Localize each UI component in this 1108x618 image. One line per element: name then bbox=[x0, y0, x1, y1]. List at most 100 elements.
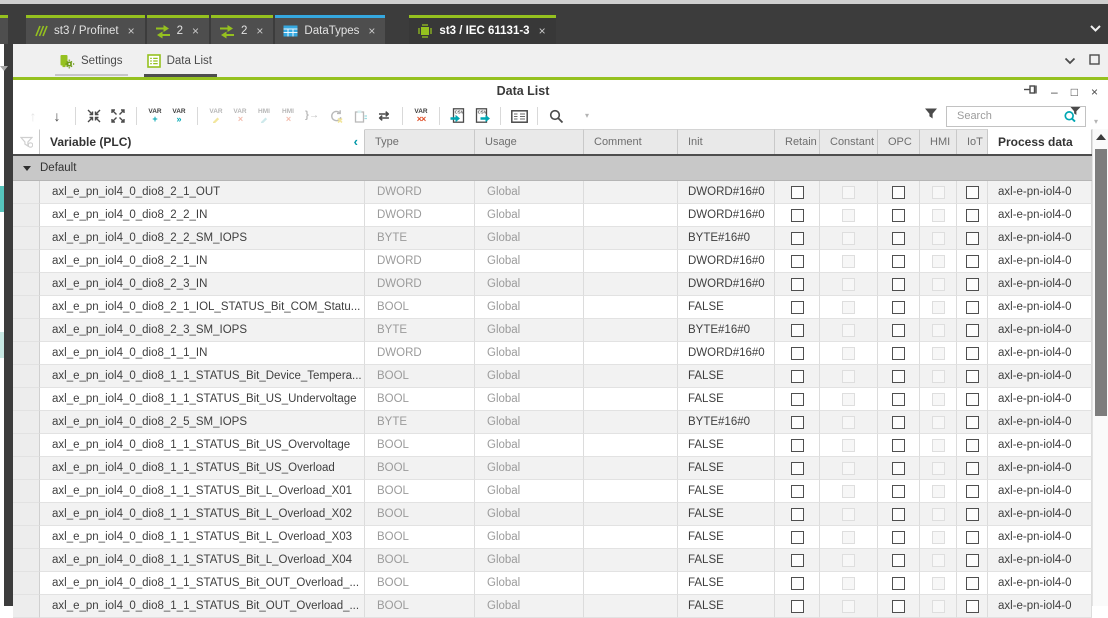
checkbox-opc-unchecked[interactable] bbox=[892, 209, 905, 222]
group-collapse-chevron-icon[interactable] bbox=[23, 166, 31, 171]
column-form-view-button[interactable] bbox=[510, 105, 528, 127]
cell-variable[interactable]: axl_e_pn_iol4_0_dio8_1_1_STATUS_Bit_Devi… bbox=[40, 365, 365, 388]
cell-type[interactable]: DWORD bbox=[365, 181, 475, 204]
cell-variable[interactable]: axl_e_pn_iol4_0_dio8_2_3_IN bbox=[40, 273, 365, 296]
tab-overflow-chevron-icon[interactable] bbox=[1089, 20, 1102, 38]
checkbox-iot-unchecked[interactable] bbox=[966, 439, 979, 452]
tab-close-icon[interactable]: × bbox=[368, 24, 375, 38]
editor-tab-2[interactable]: 2× bbox=[147, 15, 209, 44]
search-options-caret-icon[interactable]: ▾ bbox=[1094, 118, 1098, 126]
checkbox-iot-unchecked[interactable] bbox=[966, 278, 979, 291]
cell-type[interactable]: BOOL bbox=[365, 296, 475, 319]
cell-type[interactable]: BOOL bbox=[365, 549, 475, 572]
cell-comment[interactable] bbox=[584, 250, 678, 273]
cell-init[interactable]: FALSE bbox=[678, 526, 775, 549]
column-header-usage[interactable]: Usage bbox=[475, 129, 584, 154]
checkbox-iot-unchecked[interactable] bbox=[966, 255, 979, 268]
table-row[interactable]: axl_e_pn_iol4_0_dio8_1_1_STATUS_Bit_L_Ov… bbox=[13, 526, 1092, 549]
tab-close-icon[interactable]: × bbox=[128, 24, 135, 38]
cell-comment[interactable] bbox=[584, 181, 678, 204]
cell-type[interactable]: BYTE bbox=[365, 411, 475, 434]
cell-variable[interactable]: axl_e_pn_iol4_0_dio8_1_1_STATUS_Bit_L_Ov… bbox=[40, 549, 365, 572]
cell-variable[interactable]: axl_e_pn_iol4_0_dio8_1_1_STATUS_Bit_US_O… bbox=[40, 434, 365, 457]
table-row[interactable]: axl_e_pn_iol4_0_dio8_2_5_SM_IOPSBYTEGlob… bbox=[13, 411, 1092, 434]
zoom-options-button[interactable]: ▾ bbox=[571, 105, 589, 127]
cell-type[interactable]: DWORD bbox=[365, 204, 475, 227]
cell-variable[interactable]: axl_e_pn_iol4_0_dio8_2_1_IN bbox=[40, 250, 365, 273]
checkbox-opc-unchecked[interactable] bbox=[892, 416, 905, 429]
cell-usage[interactable]: Global bbox=[475, 365, 584, 388]
cell-init[interactable]: FALSE bbox=[678, 480, 775, 503]
checkbox-retain-unchecked[interactable] bbox=[791, 577, 804, 590]
add-multiple-variables-button[interactable]: VAR» bbox=[170, 105, 188, 127]
row-selector-cell[interactable] bbox=[13, 296, 40, 319]
tab-close-icon[interactable]: × bbox=[192, 24, 199, 38]
checkbox-retain-unchecked[interactable] bbox=[791, 370, 804, 383]
filter-funnel-icon[interactable] bbox=[924, 107, 938, 125]
cell-usage[interactable]: Global bbox=[475, 434, 584, 457]
cell-variable[interactable]: axl_e_pn_iol4_0_dio8_1_1_STATUS_Bit_L_Ov… bbox=[40, 480, 365, 503]
cell-comment[interactable] bbox=[584, 388, 678, 411]
checkbox-retain-unchecked[interactable] bbox=[791, 324, 804, 337]
checkbox-iot-unchecked[interactable] bbox=[966, 370, 979, 383]
cell-usage[interactable]: Global bbox=[475, 388, 584, 411]
cell-type[interactable]: BOOL bbox=[365, 480, 475, 503]
cell-type[interactable]: BOOL bbox=[365, 595, 475, 618]
checkbox-retain-unchecked[interactable] bbox=[791, 416, 804, 429]
column-header-type[interactable]: Type bbox=[365, 129, 475, 154]
cell-type[interactable]: BOOL bbox=[365, 572, 475, 595]
cell-variable[interactable]: axl_e_pn_iol4_0_dio8_2_1_OUT bbox=[40, 181, 365, 204]
column-header-variable[interactable]: Variable (PLC)‹ bbox=[40, 129, 365, 154]
cell-comment[interactable] bbox=[584, 227, 678, 250]
checkbox-opc-unchecked[interactable] bbox=[892, 485, 905, 498]
table-row[interactable]: axl_e_pn_iol4_0_dio8_2_2_SM_IOPSBYTEGlob… bbox=[13, 227, 1092, 250]
cell-usage[interactable]: Global bbox=[475, 457, 584, 480]
row-selector-cell[interactable] bbox=[13, 227, 40, 250]
row-selector-cell[interactable] bbox=[13, 526, 40, 549]
checkbox-iot-unchecked[interactable] bbox=[966, 347, 979, 360]
checkbox-opc-unchecked[interactable] bbox=[892, 301, 905, 314]
checkbox-retain-unchecked[interactable] bbox=[791, 554, 804, 567]
swap-mapping-button[interactable]: ⇄ bbox=[375, 105, 393, 127]
table-row[interactable]: axl_e_pn_iol4_0_dio8_1_1_STATUS_Bit_US_U… bbox=[13, 388, 1092, 411]
column-header-constant[interactable]: Constant bbox=[820, 129, 878, 154]
checkbox-retain-unchecked[interactable] bbox=[791, 186, 804, 199]
export-csv-button[interactable]: CSV bbox=[473, 105, 491, 127]
cell-usage[interactable]: Global bbox=[475, 181, 584, 204]
delete-all-variables-button[interactable]: VAR×× bbox=[412, 105, 430, 127]
row-selector-cell[interactable] bbox=[13, 365, 40, 388]
cell-comment[interactable] bbox=[584, 480, 678, 503]
cell-variable[interactable]: axl_e_pn_iol4_0_dio8_1_1_STATUS_Bit_OUT_… bbox=[40, 572, 365, 595]
column-header-retain[interactable]: Retain bbox=[775, 129, 820, 154]
cell-comment[interactable] bbox=[584, 595, 678, 618]
cell-init[interactable]: DWORD#16#0 bbox=[678, 204, 775, 227]
cell-init[interactable]: DWORD#16#0 bbox=[678, 273, 775, 296]
cell-init[interactable]: BYTE#16#0 bbox=[678, 411, 775, 434]
cell-comment[interactable] bbox=[584, 503, 678, 526]
cell-type[interactable]: DWORD bbox=[365, 273, 475, 296]
table-row[interactable]: axl_e_pn_iol4_0_dio8_2_3_SM_IOPSBYTEGlob… bbox=[13, 319, 1092, 342]
cell-variable[interactable]: axl_e_pn_iol4_0_dio8_2_2_IN bbox=[40, 204, 365, 227]
vertical-scrollbar[interactable] bbox=[1092, 129, 1108, 606]
cell-comment[interactable] bbox=[584, 549, 678, 572]
cell-init[interactable]: FALSE bbox=[678, 388, 775, 411]
checkbox-opc-unchecked[interactable] bbox=[892, 186, 905, 199]
cell-variable[interactable]: axl_e_pn_iol4_0_dio8_1_1_STATUS_Bit_L_Ov… bbox=[40, 526, 365, 549]
checkbox-retain-unchecked[interactable] bbox=[791, 462, 804, 475]
chevron-down-icon[interactable] bbox=[1064, 52, 1076, 70]
collapse-all-button[interactable] bbox=[85, 105, 103, 127]
cell-variable[interactable]: axl_e_pn_iol4_0_dio8_2_2_SM_IOPS bbox=[40, 227, 365, 250]
cell-comment[interactable] bbox=[584, 411, 678, 434]
checkbox-retain-unchecked[interactable] bbox=[791, 209, 804, 222]
editor-tab-st3-profinet[interactable]: st3 / Profinet× bbox=[26, 15, 145, 44]
row-selector-cell[interactable] bbox=[13, 204, 40, 227]
row-selector-cell[interactable] bbox=[13, 503, 40, 526]
checkbox-iot-unchecked[interactable] bbox=[966, 416, 979, 429]
add-variable-button[interactable]: VAR+ bbox=[146, 105, 164, 127]
cell-comment[interactable] bbox=[584, 273, 678, 296]
checkbox-opc-unchecked[interactable] bbox=[892, 439, 905, 452]
table-row[interactable]: axl_e_pn_iol4_0_dio8_1_1_STATUS_Bit_OUT_… bbox=[13, 595, 1092, 618]
row-selector-cell[interactable] bbox=[13, 273, 40, 296]
checkbox-opc-unchecked[interactable] bbox=[892, 324, 905, 337]
cell-usage[interactable]: Global bbox=[475, 204, 584, 227]
